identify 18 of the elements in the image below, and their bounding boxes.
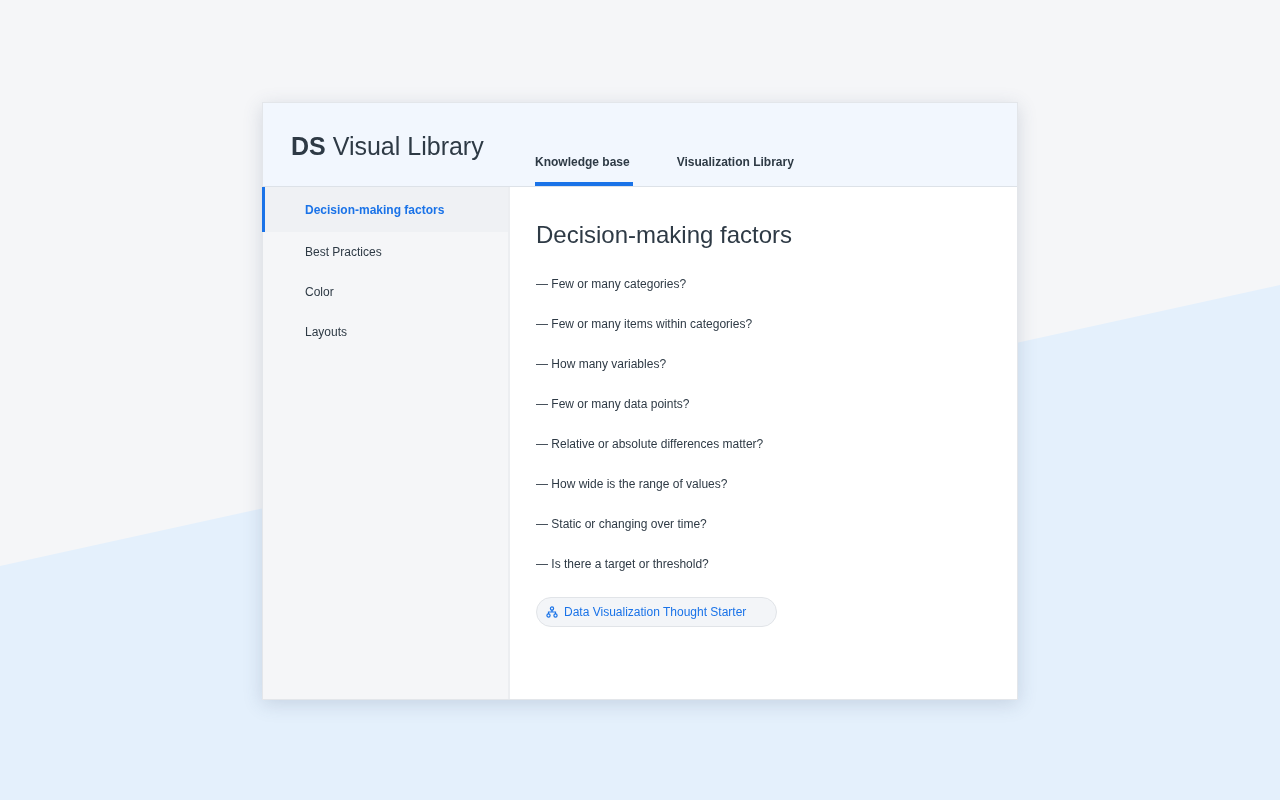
factor-question: — Few or many items within categories? — [536, 317, 753, 331]
thought-starter-link[interactable]: Data Visualization Thought Starter — [536, 597, 778, 627]
factor-question: — Few or many categories? — [536, 277, 687, 291]
sidebar-item[interactable]: Layouts — [262, 312, 508, 352]
nav-tab[interactable]: Knowledge base — [535, 155, 633, 186]
page-heading: Decision-making factors — [536, 221, 794, 249]
sidebar-item[interactable]: Best Practices — [262, 232, 508, 272]
factor-question: — Static or changing over time? — [536, 517, 707, 531]
factor-question: — Few or many data points? — [536, 397, 690, 411]
hierarchy-icon — [546, 606, 558, 618]
sidebar-item[interactable]: Decision-making factors — [262, 187, 508, 232]
factor-question: — How many variables? — [536, 357, 667, 371]
nav-tab[interactable]: Visualization Library — [676, 155, 797, 186]
sidebar-item[interactable]: Color — [262, 272, 508, 312]
factor-question: — Relative or absolute differences matter? — [536, 437, 764, 451]
factor-question: — Is there a target or threshold? — [536, 557, 709, 571]
factor-question: — How wide is the range of values? — [536, 477, 728, 491]
app-title: DS Visual Library — [291, 132, 485, 161]
